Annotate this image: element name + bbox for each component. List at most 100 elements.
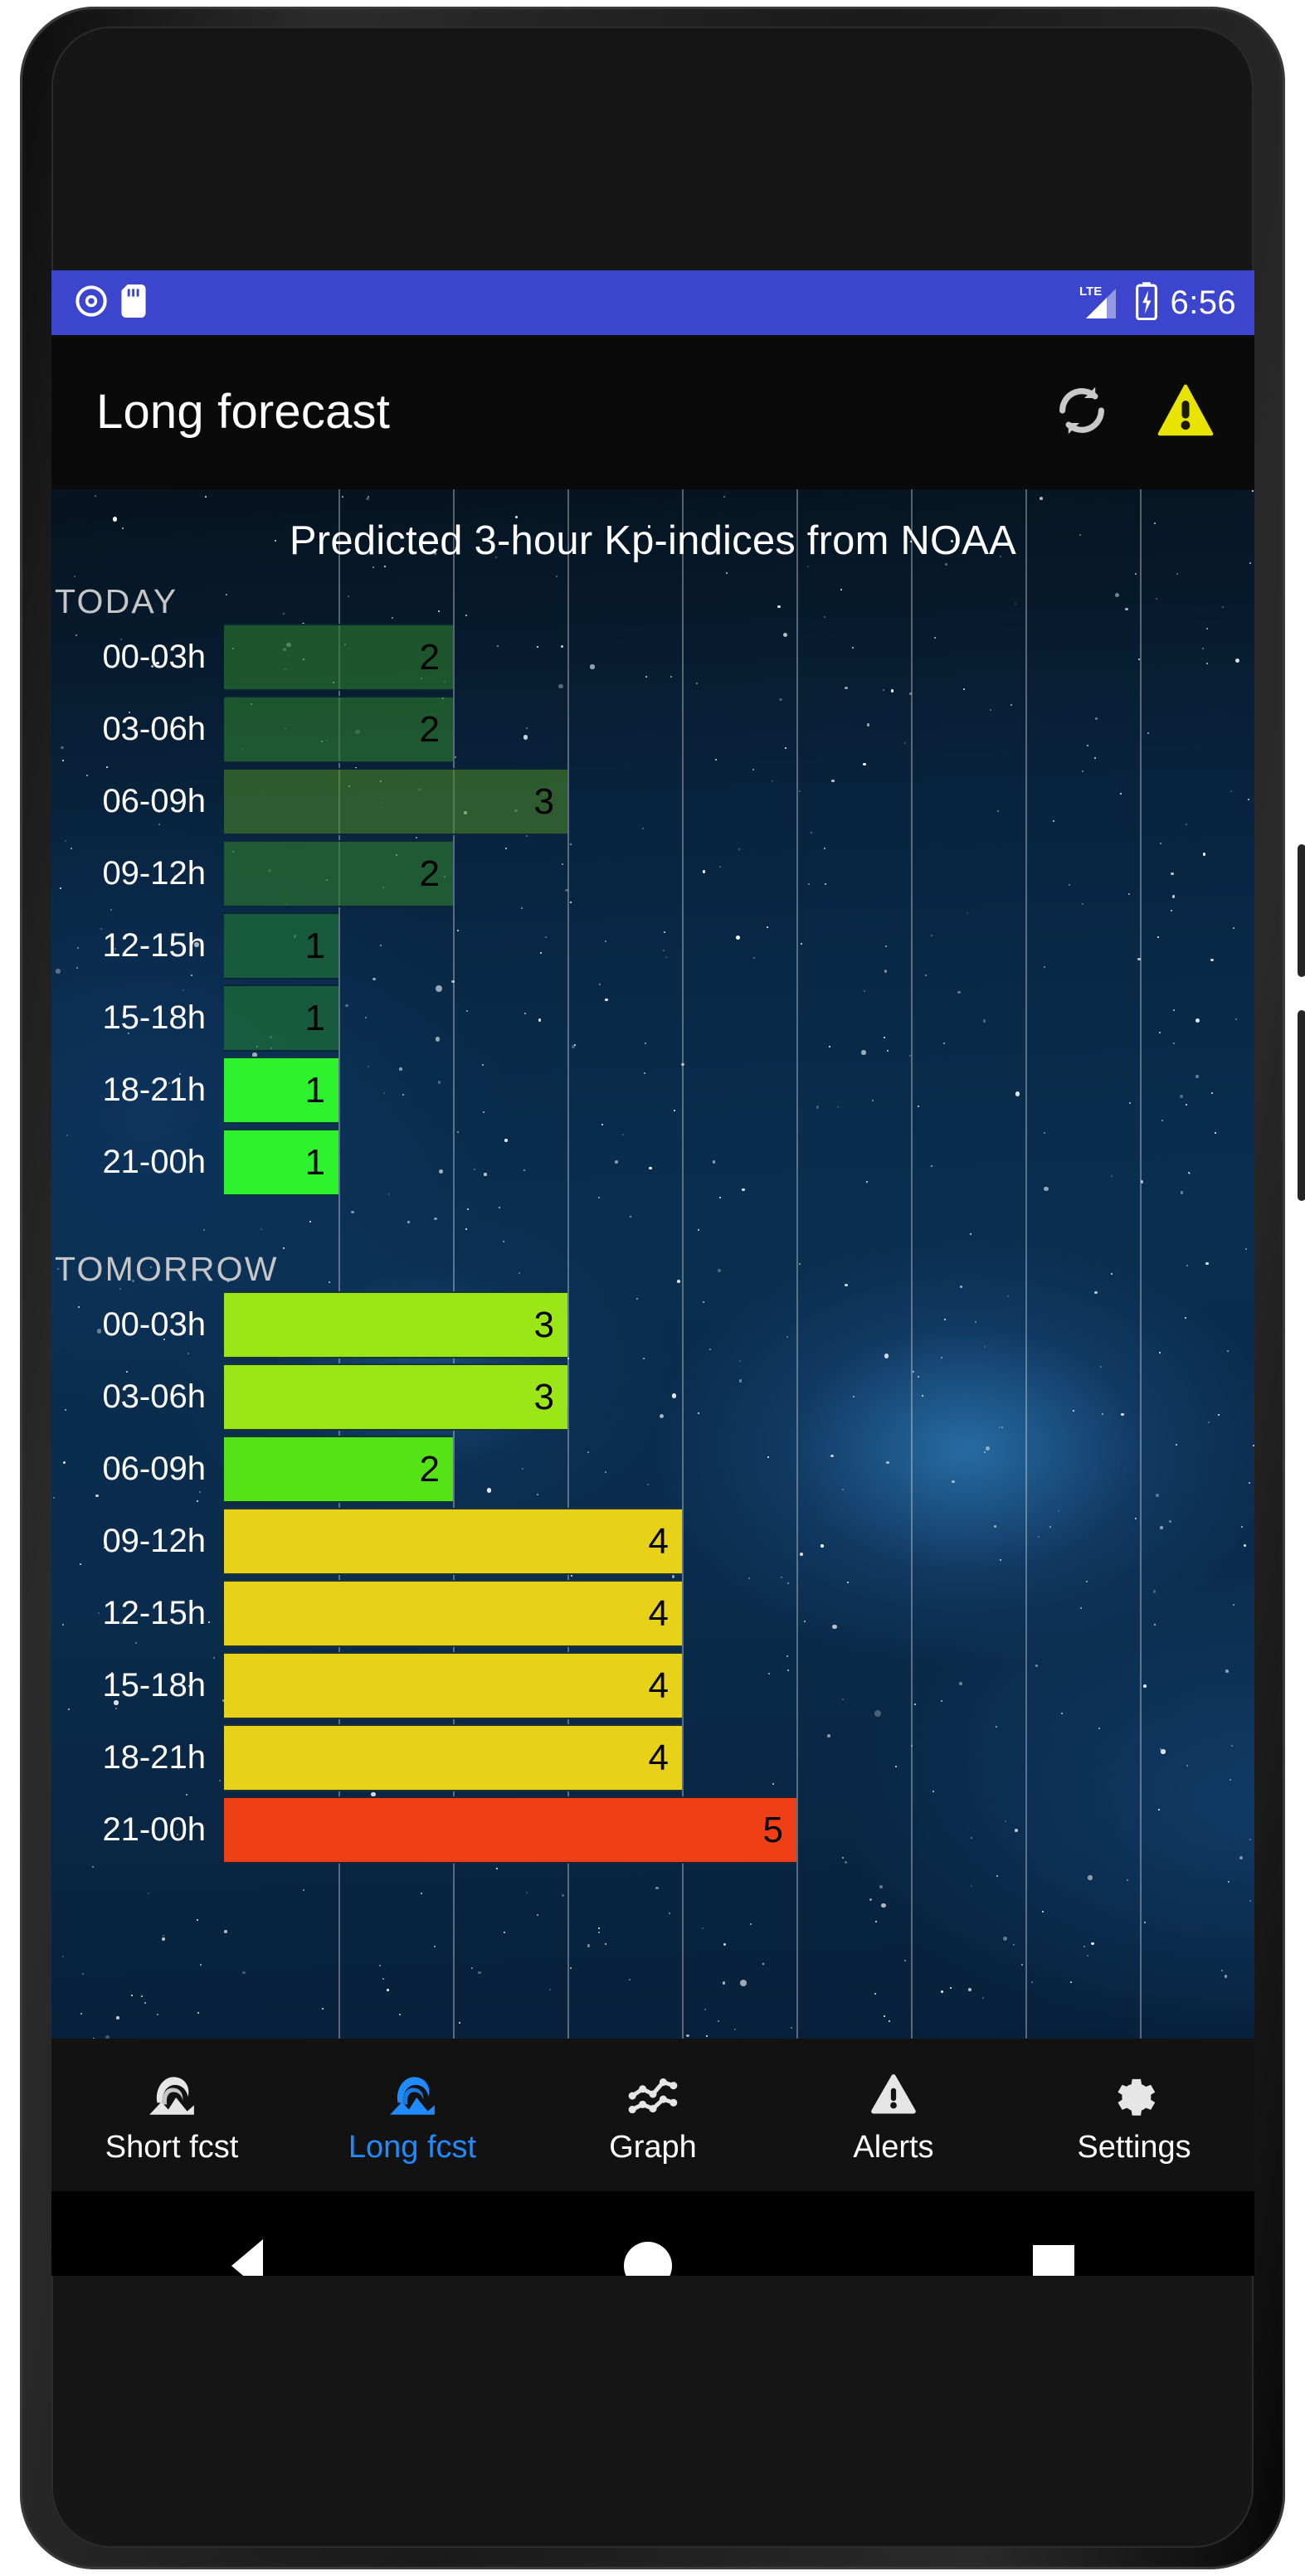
home-button-icon[interactable] xyxy=(623,2242,672,2276)
row-bar-area: 4 xyxy=(224,1722,1254,1794)
kp-value: 4 xyxy=(648,1520,669,1562)
phone-screen: LTE 6:56 Long forecast Predicted 3-hour … xyxy=(51,270,1254,2276)
row-bar-area: 1 xyxy=(224,982,1254,1054)
table-row[interactable]: 21-00h 5 xyxy=(51,1794,1254,1866)
table-row[interactable]: 12-15h 1 xyxy=(51,910,1254,982)
kp-bar: 2 xyxy=(224,696,453,763)
kp-bar: 1 xyxy=(224,1057,338,1124)
kp-value: 3 xyxy=(533,1376,554,1417)
status-bar-clock: 6:56 xyxy=(1170,284,1236,321)
location-icon xyxy=(75,284,108,322)
kp-bar: 5 xyxy=(224,1796,796,1864)
tab-label: Short fcst xyxy=(105,2130,239,2165)
kp-value: 4 xyxy=(648,1737,669,1778)
chart-title: Predicted 3-hour Kp-indices from NOAA xyxy=(289,518,1017,563)
row-bar-area: 4 xyxy=(224,1505,1254,1577)
tab-settings[interactable]: Settings xyxy=(1014,2067,1254,2163)
kp-bar: 1 xyxy=(224,1129,338,1196)
kp-bar: 2 xyxy=(224,840,453,907)
tab-label: Alerts xyxy=(853,2130,934,2165)
line-chart-icon xyxy=(627,2067,679,2118)
kp-value: 5 xyxy=(762,1809,783,1850)
aurora-icon xyxy=(146,2067,197,2118)
row-bar-area: 1 xyxy=(224,910,1254,982)
day-label-tomorrow: TOMORROW xyxy=(55,1250,279,1288)
kp-bar: 3 xyxy=(224,1291,567,1358)
tab-alerts[interactable]: Alerts xyxy=(773,2067,1014,2163)
table-row[interactable]: 09-12h 2 xyxy=(51,838,1254,910)
back-button-icon[interactable] xyxy=(231,2239,264,2276)
volume-button[interactable] xyxy=(1298,1010,1305,1201)
table-row[interactable]: 18-21h 1 xyxy=(51,1054,1254,1126)
table-row[interactable]: 15-18h 1 xyxy=(51,982,1254,1054)
kp-bar: 4 xyxy=(224,1508,682,1575)
row-bar-area: 4 xyxy=(224,1577,1254,1650)
kp-value: 1 xyxy=(304,997,325,1038)
sd-card-icon xyxy=(121,284,146,322)
kp-bar: 4 xyxy=(224,1724,682,1791)
kp-bar: 2 xyxy=(224,624,453,691)
kp-bar: 4 xyxy=(224,1652,682,1719)
android-navigation-bar xyxy=(51,2191,1254,2276)
table-row[interactable]: 12-15h 4 xyxy=(51,1577,1254,1650)
alert-warning-icon[interactable] xyxy=(1155,381,1216,445)
status-bar: LTE 6:56 xyxy=(51,270,1254,335)
kp-value: 4 xyxy=(648,1592,669,1634)
row-bar-area: 2 xyxy=(224,621,1254,693)
forecast-content: Predicted 3-hour Kp-indices from NOAA TO… xyxy=(51,489,1254,2039)
kp-value: 4 xyxy=(648,1665,669,1706)
row-time-label: 18-21h xyxy=(102,1739,206,1776)
table-row[interactable]: 06-09h 3 xyxy=(51,766,1254,838)
tab-graph[interactable]: Graph xyxy=(533,2067,773,2163)
warning-triangle-icon xyxy=(868,2067,919,2118)
kp-value: 1 xyxy=(304,1069,325,1111)
status-bar-right-icons: LTE 6:56 xyxy=(1079,281,1254,324)
table-row[interactable]: 03-06h 3 xyxy=(51,1361,1254,1433)
refresh-icon[interactable] xyxy=(1052,381,1112,445)
row-time-label: 21-00h xyxy=(102,1811,206,1848)
kp-value: 3 xyxy=(533,780,554,822)
recents-button-icon[interactable] xyxy=(1032,2245,1074,2276)
tab-short-fcst[interactable]: Short fcst xyxy=(51,2067,292,2163)
forecast-rows-tomorrow: 00-03h 3 03-06h 3 06-09h 2 09-12h 4 12-15h 4 15-18… xyxy=(51,1289,1254,1866)
row-time-label: 15-18h xyxy=(102,1667,206,1704)
kp-bar: 1 xyxy=(224,912,338,979)
app-bar-actions xyxy=(1052,381,1216,445)
row-time-label: 03-06h xyxy=(102,1378,206,1415)
table-row[interactable]: 09-12h 4 xyxy=(51,1505,1254,1577)
table-row[interactable]: 00-03h 3 xyxy=(51,1289,1254,1361)
kp-value: 2 xyxy=(419,1448,440,1490)
tab-long-fcst[interactable]: Long fcst xyxy=(292,2067,533,2163)
table-row[interactable]: 15-18h 4 xyxy=(51,1650,1254,1722)
tab-label: Graph xyxy=(609,2130,697,2165)
power-button[interactable] xyxy=(1298,844,1305,977)
row-time-label: 00-03h xyxy=(102,639,206,675)
table-row[interactable]: 18-21h 4 xyxy=(51,1722,1254,1794)
kp-bar: 3 xyxy=(224,1363,567,1431)
row-time-label: 03-06h xyxy=(102,711,206,747)
row-time-label: 12-15h xyxy=(102,1595,206,1631)
table-row[interactable]: 06-09h 2 xyxy=(51,1433,1254,1505)
row-time-label: 18-21h xyxy=(102,1072,206,1108)
row-time-label: 00-03h xyxy=(102,1306,206,1343)
kp-value: 3 xyxy=(533,1304,554,1345)
page-title: Long forecast xyxy=(96,385,391,439)
row-time-label: 06-09h xyxy=(102,1451,206,1487)
table-row[interactable]: 00-03h 2 xyxy=(51,621,1254,693)
row-bar-area: 5 xyxy=(224,1794,1254,1866)
kp-bar: 4 xyxy=(224,1580,682,1647)
row-bar-area: 2 xyxy=(224,838,1254,910)
row-time-label: 12-15h xyxy=(102,927,206,964)
row-time-label: 09-12h xyxy=(102,1523,206,1559)
row-bar-area: 2 xyxy=(224,693,1254,766)
kp-bar: 3 xyxy=(224,768,567,835)
row-bar-area: 3 xyxy=(224,1289,1254,1361)
row-bar-area: 3 xyxy=(224,1361,1254,1433)
gear-icon xyxy=(1108,2067,1160,2118)
row-bar-area: 3 xyxy=(224,766,1254,838)
table-row[interactable]: 21-00h 1 xyxy=(51,1126,1254,1198)
kp-value: 2 xyxy=(419,708,440,750)
kp-value: 2 xyxy=(419,853,440,894)
table-row[interactable]: 03-06h 2 xyxy=(51,693,1254,766)
kp-bar: 2 xyxy=(224,1436,453,1503)
